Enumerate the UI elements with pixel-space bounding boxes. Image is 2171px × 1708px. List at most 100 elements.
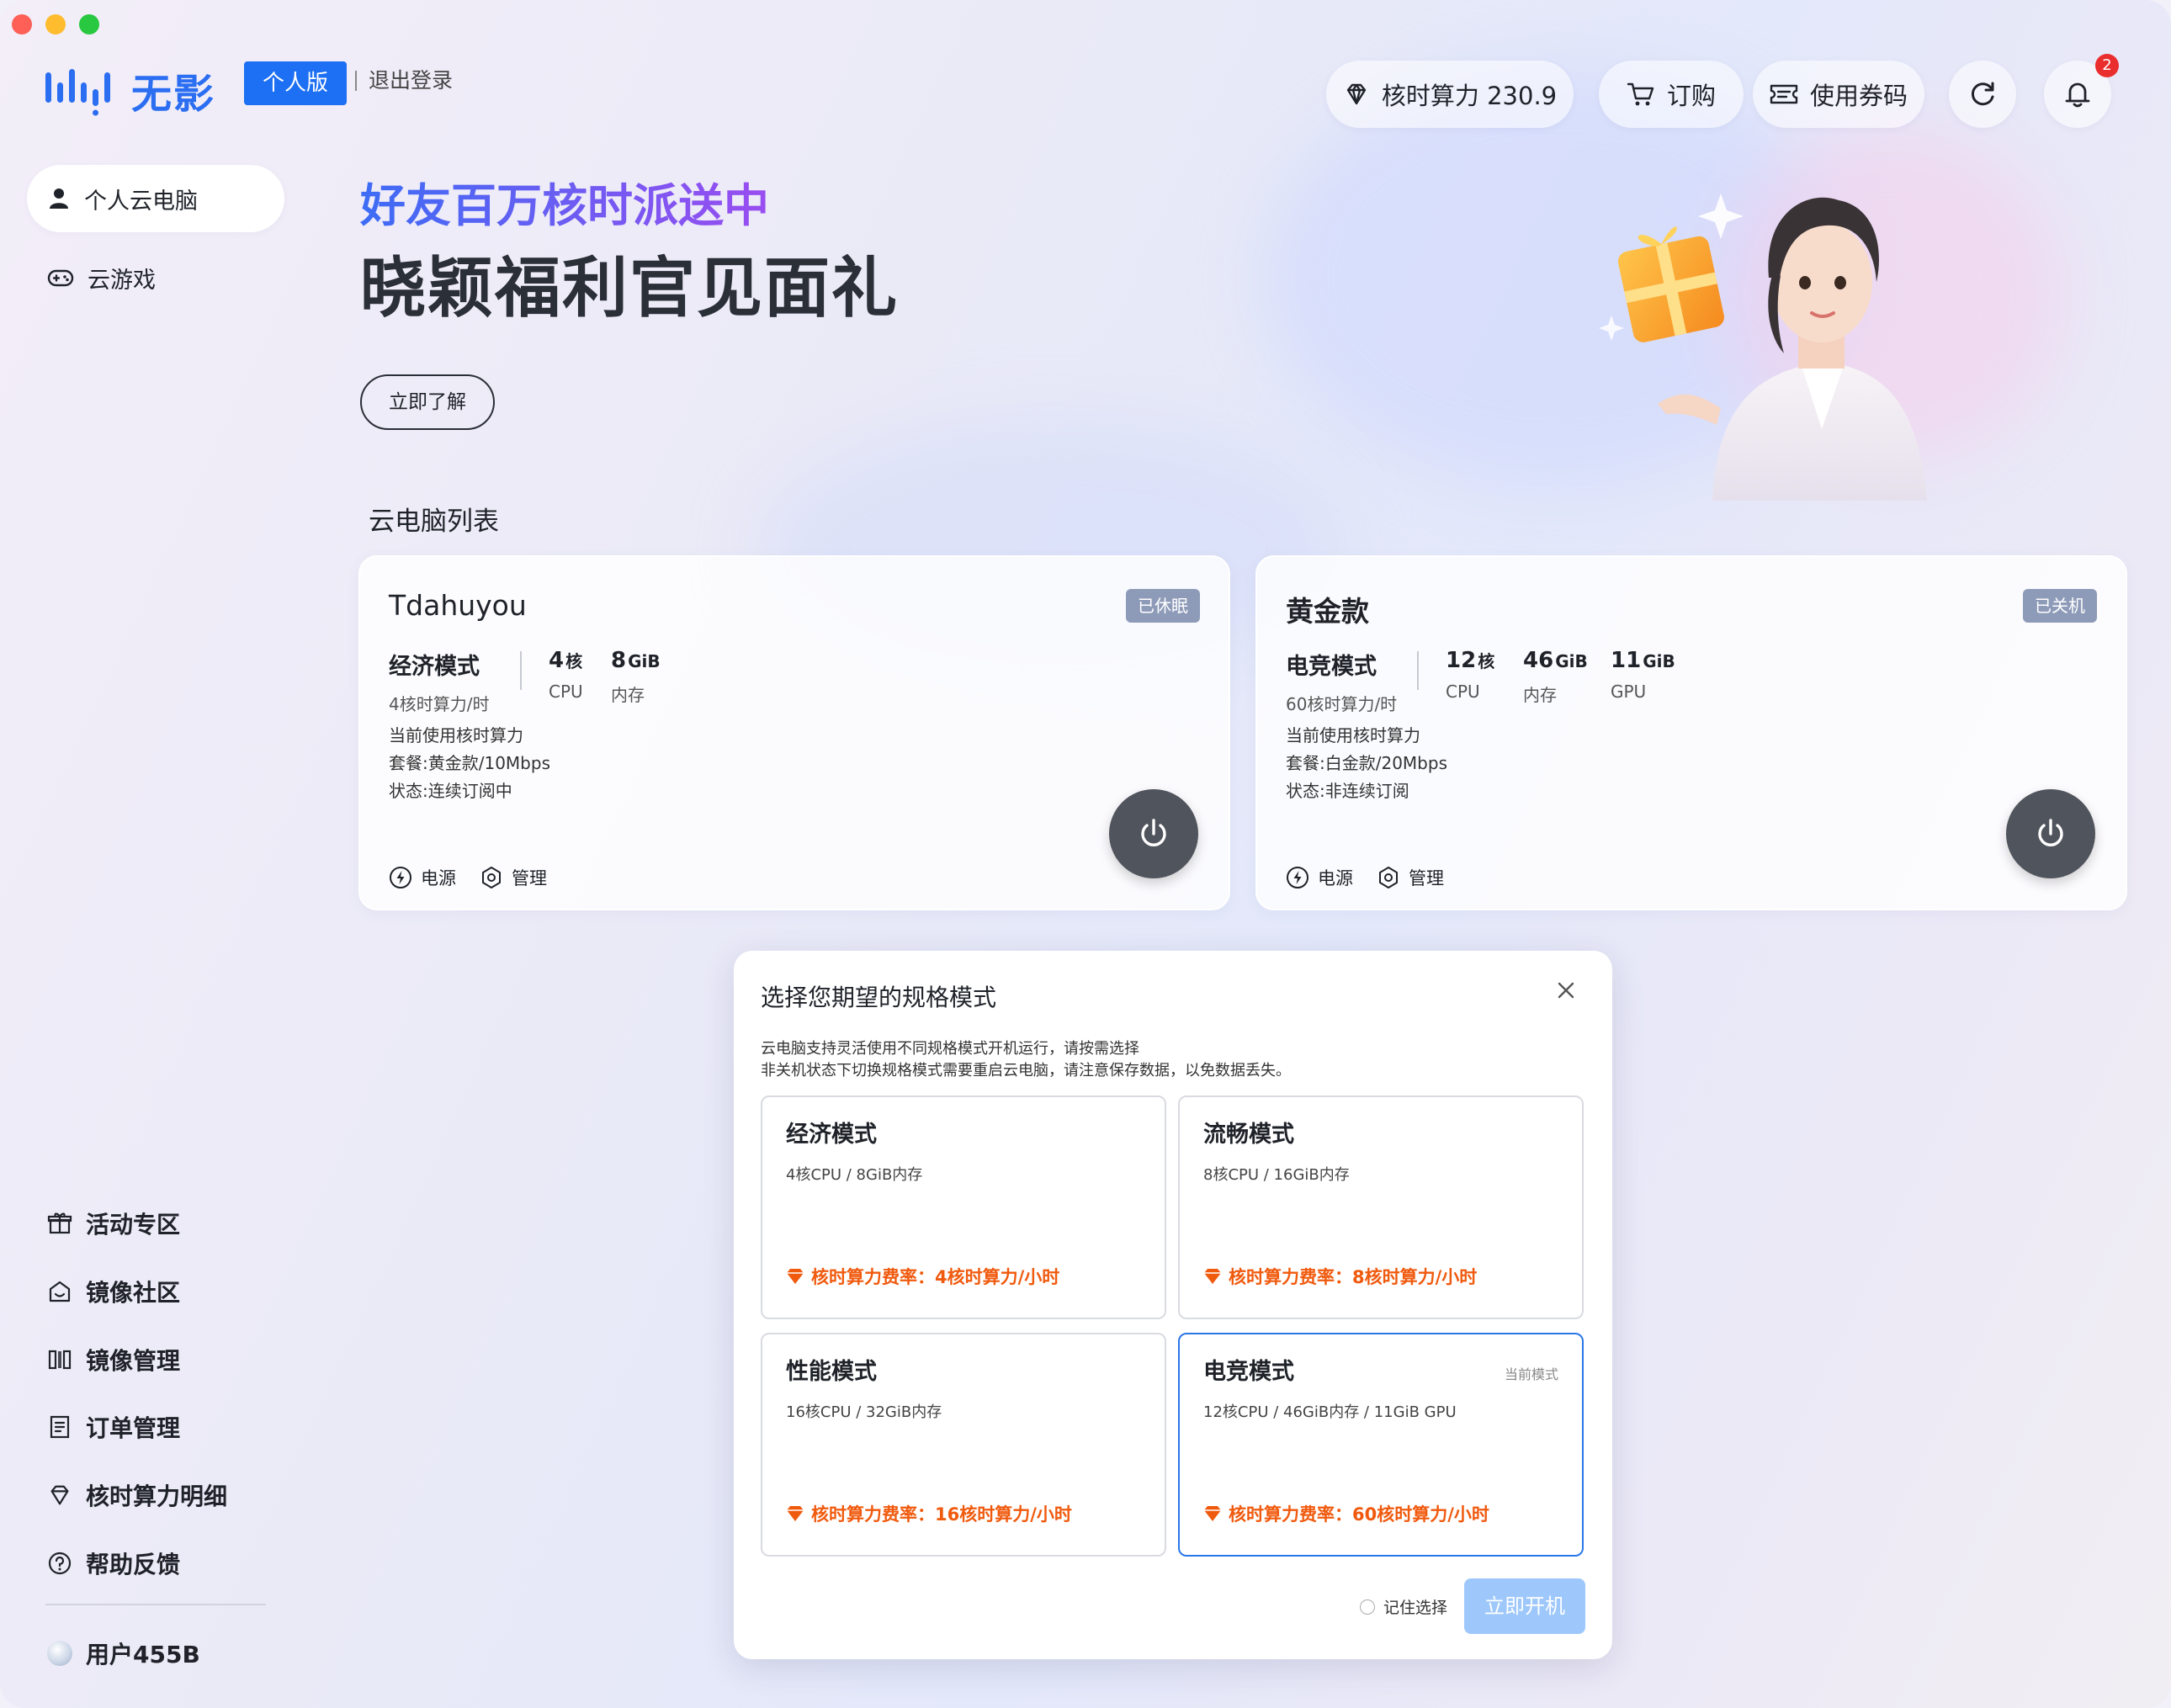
mode-option-performance[interactable]: 性能模式 16核CPU / 32GiB内存 核时算力费率：16核时算力/小时 bbox=[761, 1333, 1166, 1557]
user-icon bbox=[50, 188, 68, 209]
spec-value: 4 bbox=[549, 648, 565, 673]
info-line: 当前使用核时算力 bbox=[1286, 725, 1420, 745]
ticket-icon bbox=[1770, 84, 1798, 104]
sidebar-item-order-management[interactable]: 订单管理 bbox=[47, 1410, 180, 1444]
diamond-icon bbox=[50, 1485, 69, 1505]
order-list-icon bbox=[50, 1415, 70, 1439]
close-window-button[interactable] bbox=[12, 14, 32, 34]
power-icon bbox=[2038, 819, 2063, 846]
spec-label: CPU bbox=[1446, 682, 1480, 702]
info-line: 套餐:白金款/20Mbps bbox=[1286, 753, 1447, 773]
mode-option-rate: 核时算力费率：60核时算力/小时 bbox=[1203, 1501, 1489, 1526]
close-dialog-button[interactable] bbox=[1557, 981, 1575, 1000]
app-window: 无影 个人版 退出登录 核时算力 230.9 订购 使用券码 2 个人云电脑 云… bbox=[0, 0, 2171, 1708]
diamond-icon bbox=[787, 1506, 804, 1521]
mode-option-esports[interactable]: 电竞模式 当前模式 12核CPU / 46GiB内存 / 11GiB GPU 核… bbox=[1178, 1333, 1584, 1557]
settings-icon bbox=[482, 867, 501, 888]
mode-option-smooth[interactable]: 流畅模式 8核CPU / 16GiB内存 核时算力费率：8核时算力/小时 bbox=[1178, 1095, 1584, 1319]
banner-subtitle: 好友百万核时派送中 bbox=[360, 168, 769, 235]
compute-balance-button[interactable]: 核时算力 230.9 bbox=[1326, 61, 1574, 128]
spec-label: 内存 bbox=[1523, 685, 1557, 705]
sidebar-item-help-feedback[interactable]: 帮助反馈 bbox=[47, 1546, 180, 1580]
minimize-window-button[interactable] bbox=[45, 14, 66, 34]
sidebar-item-label: 镜像管理 bbox=[86, 1347, 181, 1375]
compute-balance-label: 核时算力 230.9 bbox=[1381, 82, 1558, 110]
boot-now-button[interactable]: 立即开机 bbox=[1464, 1578, 1585, 1634]
avatar bbox=[47, 1641, 72, 1666]
spec-cpu: 4核 CPU bbox=[549, 648, 583, 702]
cloud-pc-card[interactable]: Tdahuyou 已休眠 经济模式 4核时算力/时 4核 CPU 8 GiB 内存… bbox=[358, 555, 1230, 910]
mode-rate: 4核时算力/时 bbox=[389, 694, 490, 714]
spec-unit: GiB bbox=[628, 651, 661, 671]
spec-label: 内存 bbox=[611, 685, 645, 705]
manage-action[interactable]: 管理 bbox=[480, 865, 547, 890]
diamond-icon bbox=[1204, 1506, 1221, 1521]
logo-text: 无影 bbox=[131, 71, 216, 118]
sidebar-item-activities[interactable]: 活动专区 bbox=[47, 1207, 180, 1240]
power-button[interactable] bbox=[2006, 789, 2095, 878]
spec-cpu: 12 核 CPU bbox=[1446, 648, 1494, 702]
power-icon bbox=[1141, 819, 1166, 846]
info-line: 状态:非连续订阅 bbox=[1286, 781, 1409, 801]
spec-unit: GiB bbox=[1555, 651, 1588, 671]
sidebar-item-image-community[interactable]: 镜像社区 bbox=[47, 1275, 180, 1308]
manage-action-label: 管理 bbox=[512, 868, 547, 888]
remember-checkbox[interactable] bbox=[1360, 1599, 1375, 1615]
spec-value: 8 bbox=[611, 648, 627, 673]
learn-more-button[interactable]: 立即了解 bbox=[360, 374, 495, 430]
power-action[interactable]: 电源 bbox=[1286, 865, 1353, 890]
spec-unit: 核 bbox=[1478, 651, 1495, 671]
spec-label: GPU bbox=[1611, 682, 1647, 702]
sidebar-item-image-management[interactable]: 镜像管理 bbox=[47, 1343, 180, 1376]
coupon-label: 使用券码 bbox=[1809, 82, 1908, 110]
status-badge: 已关机 bbox=[2023, 589, 2097, 623]
mode-option-title: 经济模式 bbox=[786, 1122, 877, 1148]
spec-memory: 8 GiB 内存 bbox=[611, 648, 661, 706]
sidebar-item-compute-details[interactable]: 核时算力明细 bbox=[47, 1478, 227, 1512]
settings-icon bbox=[1379, 867, 1398, 888]
mode-option-rate: 核时算力费率：16核时算力/小时 bbox=[786, 1501, 1072, 1526]
diamond-icon bbox=[1346, 83, 1367, 105]
remember-choice[interactable]: 记住选择 bbox=[1360, 1595, 1447, 1618]
sidebar-item-cloud-game[interactable]: 云游戏 bbox=[27, 244, 284, 311]
spec-unit: 核 bbox=[565, 651, 583, 671]
mode-option-rate-text: 核时算力费率：16核时算力/小时 bbox=[811, 1504, 1072, 1525]
dialog-description: 云电脑支持灵活使用不同规格模式开机运行，请按需选择 非关机状态下切换规格模式需要… bbox=[761, 1038, 1291, 1082]
maximize-window-button[interactable] bbox=[79, 14, 99, 34]
mode-option-rate: 核时算力费率：8核时算力/小时 bbox=[1203, 1264, 1477, 1289]
order-label: 订购 bbox=[1666, 82, 1716, 110]
spec-label: CPU bbox=[549, 682, 583, 702]
cloud-pc-name: Tdahuyou bbox=[389, 589, 527, 622]
image-manage-icon bbox=[48, 1350, 72, 1370]
cloud-pc-card[interactable]: 黄金款 已关机 电竞模式 60核时算力/时 12 核 CPU 46 GiB 内存 1… bbox=[1255, 555, 2127, 910]
power-action[interactable]: 电源 bbox=[389, 865, 456, 890]
help-icon bbox=[48, 1552, 72, 1575]
sidebar-item-label: 帮助反馈 bbox=[86, 1551, 181, 1578]
logout-link[interactable]: 退出登录 bbox=[355, 70, 453, 91]
power-action-label: 电源 bbox=[421, 868, 456, 888]
user-profile[interactable]: 用户455B bbox=[47, 1636, 200, 1670]
mode-option-economy[interactable]: 经济模式 4核CPU / 8GiB内存 核时算力费率：4核时算力/小时 bbox=[761, 1095, 1166, 1319]
sidebar-item-label: 云游戏 bbox=[88, 267, 156, 294]
cloud-pc-info: 当前使用核时算力 套餐:黄金款/10Mbps 状态:连续订阅中 bbox=[389, 722, 550, 805]
mode-rate: 60核时算力/时 bbox=[1286, 694, 1398, 714]
logo-bars-icon bbox=[45, 69, 110, 116]
user-name: 用户455B bbox=[86, 1641, 200, 1668]
power-button[interactable] bbox=[1109, 789, 1198, 878]
mode-option-rate-text: 核时算力费率：8核时算力/小时 bbox=[1229, 1267, 1478, 1287]
notification-count-badge: 2 bbox=[2095, 54, 2119, 77]
sidebar-item-personal-cloud-pc[interactable]: 个人云电脑 bbox=[27, 165, 284, 232]
spec-mode-dialog: 选择您期望的规格模式 云电脑支持灵活使用不同规格模式开机运行，请按需选择 非关机… bbox=[734, 951, 1612, 1659]
power-action-label: 电源 bbox=[1318, 868, 1353, 888]
spec-memory: 46 GiB 内存 bbox=[1523, 648, 1588, 706]
dialog-desc-line: 云电脑支持灵活使用不同规格模式开机运行，请按需选择 bbox=[761, 1040, 1139, 1058]
mode-option-rate-text: 核时算力费率：4核时算力/小时 bbox=[811, 1267, 1060, 1287]
close-icon bbox=[1558, 982, 1574, 999]
current-mode-tag: 当前模式 bbox=[1504, 1366, 1558, 1382]
info-line: 当前使用核时算力 bbox=[389, 725, 523, 745]
sidebar-item-label: 活动专区 bbox=[86, 1211, 181, 1239]
gift-box-icon bbox=[47, 1212, 72, 1234]
info-line: 套餐:黄金款/10Mbps bbox=[389, 753, 550, 773]
status-badge: 已休眠 bbox=[1126, 589, 1200, 623]
manage-action[interactable]: 管理 bbox=[1377, 865, 1444, 890]
